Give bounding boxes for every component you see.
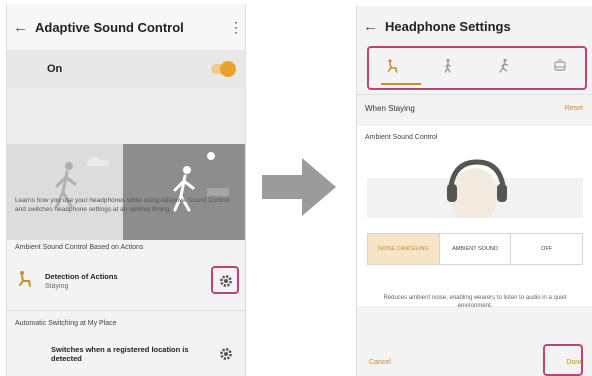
back-arrow-icon[interactable]: ←: [13, 19, 35, 36]
app-bar: ← Headphone Settings: [357, 6, 592, 46]
noise-canceling-option[interactable]: NOISE CANCELING: [368, 234, 440, 264]
adaptive-toggle-row: On: [7, 50, 245, 88]
app-bar: ← Adaptive Sound Control ⋮: [7, 4, 245, 50]
ambient-sound-option[interactable]: AMBIENT SOUND: [439, 234, 512, 264]
hero-illustration-active: [123, 144, 245, 240]
cancel-button[interactable]: Cancel: [369, 359, 566, 366]
divider: [7, 310, 245, 311]
ambient-title: Ambient Sound Control: [365, 134, 438, 141]
reset-button[interactable]: Reset: [565, 105, 583, 112]
page-title: Adaptive Sound Control: [35, 19, 184, 35]
headphone-settings-screen: ← Headphone Settings When Staying Reset …: [356, 6, 592, 376]
off-option[interactable]: OFF: [511, 234, 583, 264]
more-options-icon[interactable]: ⋮: [227, 19, 245, 36]
detection-of-actions-row[interactable]: Detection of Actions Staying: [7, 262, 245, 300]
section-header-actions: Ambient Sound Control Based on Actions: [15, 244, 144, 251]
section-header-place: Automatic Switching at My Place: [15, 320, 117, 327]
toggle-label: On: [47, 63, 63, 75]
back-arrow-icon[interactable]: ←: [363, 18, 385, 35]
adaptive-toggle-switch[interactable]: [211, 61, 236, 77]
tab-bar-highlight-callout: [367, 46, 587, 90]
staying-person-icon: [15, 269, 45, 294]
adaptive-sound-control-screen: ← Adaptive Sound Control ⋮ On Learns how…: [6, 4, 246, 376]
adaptive-description: Learns how you use your headphones while…: [15, 197, 230, 213]
mode-header-row: When Staying Reset: [357, 94, 592, 121]
hero-illustration-walking: [7, 144, 123, 240]
detection-value: Staying: [45, 283, 69, 290]
ambient-sound-card: Ambient Sound Control NOISE CANCELING AM…: [357, 126, 592, 306]
toggle-knob: [220, 61, 236, 77]
headphone-user-illustration: [367, 159, 583, 218]
ambient-description: Reduces ambient noise, enabling wearers …: [383, 295, 567, 309]
transition-arrow-icon: [262, 158, 336, 216]
gear-highlight-callout: [211, 266, 239, 294]
hero-band: [7, 88, 245, 144]
place-switching-row[interactable]: Switches when a registered location is d…: [7, 338, 245, 370]
ambient-mode-selector: NOISE CANCELING AMBIENT SOUND OFF: [367, 233, 583, 265]
place-switching-text: Switches when a registered location is d…: [51, 345, 189, 363]
detection-title: Detection of Actions: [45, 272, 118, 281]
page-title: Headphone Settings: [385, 18, 511, 34]
done-highlight-callout: [543, 344, 583, 376]
mode-label: When Staying: [365, 103, 415, 113]
place-settings-gear-icon[interactable]: [215, 343, 237, 365]
